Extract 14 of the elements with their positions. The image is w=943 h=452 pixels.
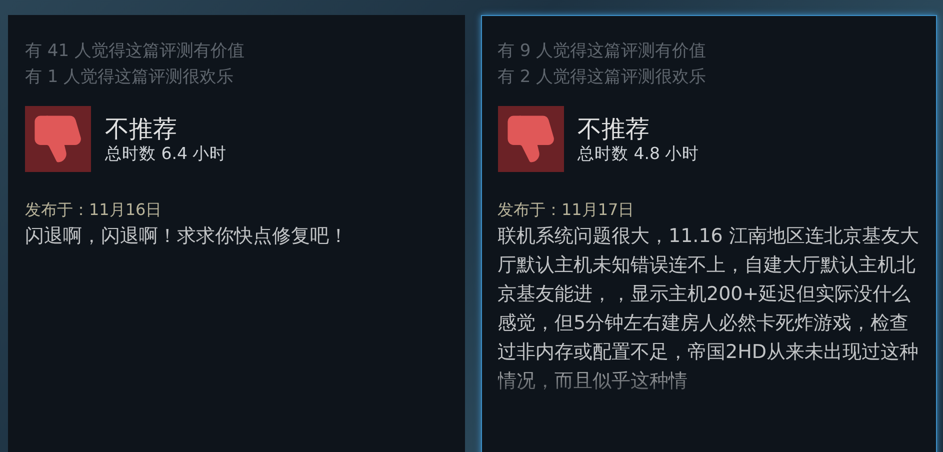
helpful-count: 有 41 人觉得这篇评测有价值 bbox=[25, 40, 246, 63]
funny-count: 有 2 人觉得这篇评测很欢乐 bbox=[498, 66, 708, 89]
review-text: 联机系统问题很大，11.16 江南地区连北京基友大厅默认主机未知错误连不上，自建大厅默认主机北京基友能进，，显示主机200+延迟但实际没什么感觉，但5分钟左右建房人必然卡死炸游戏，检查过非内存或配置不足，帝国2HD从来未出现过这种情况，而且似乎这种情 bbox=[498, 224, 920, 394]
playtime: 总时数 4.8 小时 bbox=[578, 144, 700, 164]
helpful-count: 有 9 人觉得这篇评测有价值 bbox=[498, 40, 708, 63]
playtime: 总时数 6.4 小时 bbox=[105, 144, 227, 164]
review-card[interactable]: 有 41 人觉得这篇评测有价值 有 1 人觉得这篇评测很欢乐 不推荐 总时数 6.4 小时 发布于：11月16日 闪退啊，闪退啊！求求你快点修复吧！ bbox=[8, 15, 464, 452]
verdict-title: 不推荐 bbox=[105, 114, 178, 144]
verdict-title: 不推荐 bbox=[578, 114, 650, 144]
posted-date: 发布于：11月16日 bbox=[25, 200, 163, 220]
funny-count: 有 1 人觉得这篇评测很欢乐 bbox=[25, 66, 235, 89]
posted-date: 发布于：11月17日 bbox=[498, 200, 636, 220]
review-card[interactable]: 有 9 人觉得这篇评测有价值 有 2 人觉得这篇评测很欢乐 不推荐 总时数 4.8 小时 发布于：11月17日 联机系统问题很大，11.16 江南地区连北京基友大厅默认主机未知错误连不上，自建大厅默认主机北京基友能进，，显示主机200+延迟但实际没什么感觉，但5分钟左右建房人必然卡死炸游戏，检查过非内存或配置不足，帝国2HD从来未出现过这种情况，而且似乎这种情 bbox=[480, 15, 937, 452]
review-text: 闪退啊，闪退啊！求求你快点修复吧！ bbox=[25, 224, 349, 249]
